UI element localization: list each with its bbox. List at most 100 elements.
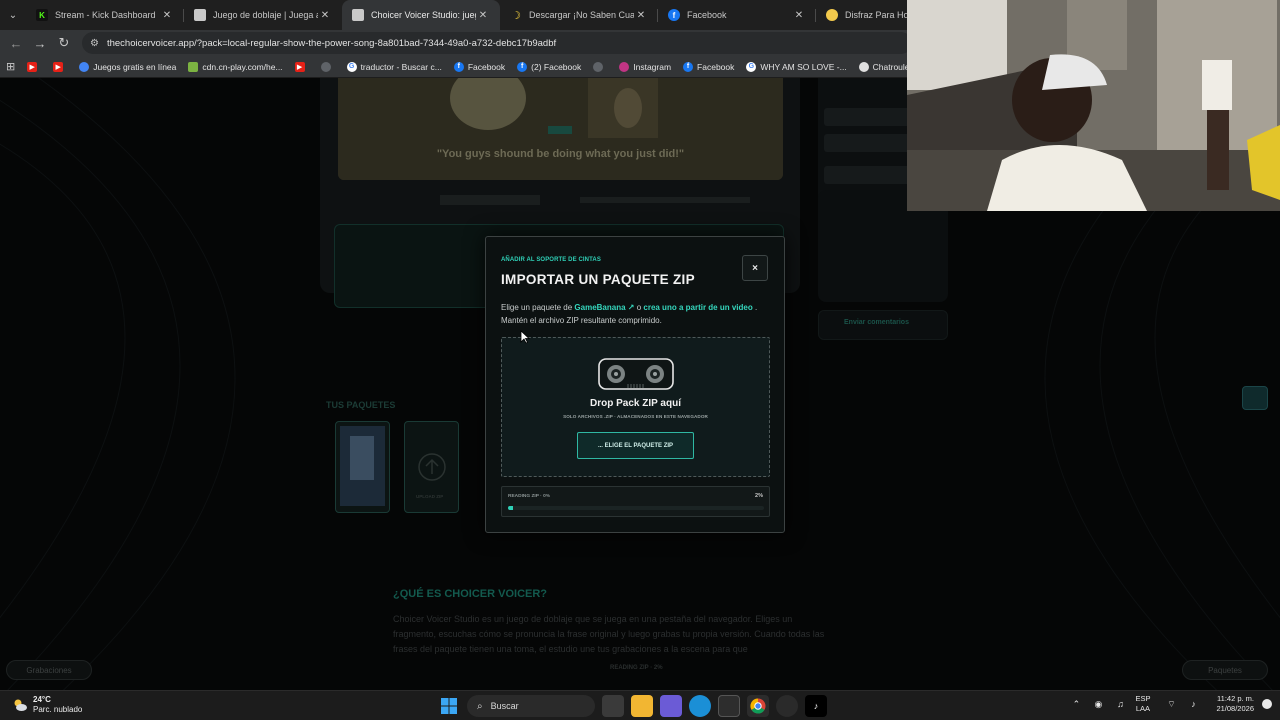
upload-card-label: UPLOAD ZIP	[416, 494, 444, 499]
cdn-icon	[188, 61, 199, 72]
kick-icon: K	[36, 9, 48, 21]
facebook-icon: f	[668, 9, 680, 21]
notification-bell-icon[interactable]	[1262, 699, 1272, 709]
taskbar-search[interactable]: ⌕ Buscar	[467, 695, 595, 717]
bookmark-facebook[interactable]: f Facebook	[453, 61, 505, 72]
weather-widget[interactable]: 24°C Parc. nublado	[12, 695, 82, 715]
site-info-icon[interactable]: ⚙	[90, 38, 99, 49]
task-view-icon[interactable]	[602, 695, 624, 717]
refresh-widget[interactable]	[1242, 386, 1268, 410]
bookmark-facebook-3[interactable]: f Facebook	[683, 61, 734, 72]
youtube-icon: ▶	[27, 61, 38, 72]
bookmark-youtube[interactable]: ▶	[294, 61, 309, 72]
close-modal-button[interactable]: ×	[742, 255, 768, 281]
bookmark-globe[interactable]	[320, 61, 335, 72]
webcam-feed	[907, 0, 1280, 211]
back-arrow-icon[interactable]: ←	[4, 31, 28, 55]
import-zip-modal: AÑADIR AL SOPORTE DE CINTAS IMPORTAR UN …	[485, 236, 785, 533]
tab-descargar[interactable]: ☽ Descargar ¡No Saben Cuanto ✕	[500, 0, 658, 30]
network-icon[interactable]: ◉	[1091, 699, 1105, 710]
bookmark-cdn[interactable]: cdn.cn-play.com/he...	[188, 61, 283, 72]
upload-zip-card[interactable]	[404, 421, 459, 513]
webcam-overlay	[907, 0, 1280, 211]
youtube-icon: ▶	[294, 61, 305, 72]
input-language[interactable]: ESP LAA	[1135, 694, 1150, 714]
gamebanana-link[interactable]: GameBanana ↗	[574, 303, 634, 312]
globe-icon	[320, 61, 331, 72]
facebook-icon: f	[683, 61, 694, 72]
bookmark-globe[interactable]	[593, 61, 607, 72]
screen: ⌄ K Stream - Kick Dashboard ✕ Juego de d…	[0, 0, 1280, 720]
tab-title: Juego de doblaje | Juega a Cho	[213, 10, 318, 20]
volume-icon[interactable]: ♪	[1186, 699, 1200, 709]
grabaciones-button[interactable]: Grabaciones	[6, 660, 92, 680]
partly-cloudy-icon	[14, 699, 27, 711]
microphone-icon[interactable]: ♫	[1113, 699, 1127, 709]
bookmark-juegos[interactable]: Juegos gratis en línea	[79, 61, 176, 72]
address-bar[interactable]: ⚙ thechoicervoicer.app/?pack=local-regul…	[82, 32, 912, 54]
shop-icon	[826, 9, 838, 21]
close-tab-icon[interactable]: ✕	[318, 8, 332, 22]
forward-arrow-icon[interactable]: →	[28, 31, 52, 55]
cartoon-scene	[338, 78, 783, 180]
choose-zip-button[interactable]: ... ELIGE EL PAQUETE ZIP	[577, 432, 694, 459]
tiktok-icon[interactable]: ♪	[805, 695, 827, 717]
send-comments-button[interactable]: Enviar comentarios	[818, 310, 948, 340]
windows-start-icon[interactable]	[438, 695, 460, 717]
chrome-icon[interactable]	[747, 695, 769, 717]
bookmark-why-am-so-love[interactable]: G WHY AM SO LOVE -...	[746, 61, 847, 72]
modal-title: IMPORTAR UN PAQUETE ZIP	[501, 272, 695, 287]
progress-percent: 2%	[755, 493, 763, 499]
copilot-icon[interactable]	[660, 695, 682, 717]
file-explorer-icon[interactable]	[631, 695, 653, 717]
tab-choicer-voicer-studio[interactable]: Choicer Voicer Studio: juego de ✕	[342, 0, 500, 30]
pack-card-regular-show[interactable]	[335, 421, 390, 513]
facebook-icon: f	[517, 61, 528, 72]
edge-icon[interactable]	[689, 695, 711, 717]
pack-thumbnail	[340, 426, 385, 506]
instagram-icon	[619, 61, 630, 72]
reload-icon[interactable]: ↻	[52, 31, 76, 55]
close-tab-icon[interactable]: ✕	[476, 8, 490, 22]
weather-temp: 24°C	[33, 695, 51, 704]
send-comments-label: Enviar comentarios	[844, 319, 909, 326]
close-tab-icon[interactable]: ✕	[634, 8, 648, 22]
tab-search-chevron-icon[interactable]: ⌄	[0, 0, 26, 30]
bookmark-youtube[interactable]: ▶	[53, 61, 67, 72]
reading-zip-footer: READING ZIP · 2%	[610, 665, 663, 671]
banana-icon: ☽	[511, 9, 521, 22]
windows-taskbar: 24°C Parc. nublado ⌕ Buscar ♪ ⌃ ◉ ♫ ESP …	[0, 690, 1280, 720]
modal-description: Elige un paquete de GameBanana ↗ o crea …	[501, 303, 758, 325]
tab-title: Choicer Voicer Studio: juego de	[371, 10, 476, 20]
close-tab-icon[interactable]: ✕	[792, 8, 806, 22]
app-icon[interactable]	[776, 695, 798, 717]
url-text: thechoicervoicer.app/?pack=local-regular…	[106, 37, 557, 49]
video-preview[interactable]: "You guys shound be doing what you just …	[338, 78, 783, 180]
drop-zone-title: Drop Pack ZIP aquí	[590, 398, 681, 409]
close-tab-icon[interactable]: ✕	[160, 8, 174, 22]
clock[interactable]: 11:42 p. m. 21/08/2026	[1216, 694, 1254, 714]
close-icon: ×	[752, 262, 758, 274]
bookmark-instagram[interactable]: Instagram	[619, 61, 671, 72]
store-icon[interactable]	[718, 695, 740, 717]
paquetes-button[interactable]: Paquetes	[1182, 660, 1268, 680]
apps-grid-icon[interactable]: ⊞	[6, 60, 15, 73]
bookmark-youtube[interactable]: ▶	[27, 61, 41, 72]
waveform	[440, 195, 750, 205]
bookmark-traductor[interactable]: Gtraductor - Buscar c...	[346, 61, 442, 72]
choose-zip-label: ... ELIGE EL PAQUETE ZIP	[597, 442, 674, 449]
mouse-cursor-icon	[520, 330, 530, 344]
tab-kick-dashboard[interactable]: K Stream - Kick Dashboard ✕	[26, 0, 184, 30]
chevron-up-icon[interactable]: ⌃	[1069, 699, 1083, 710]
zip-drop-zone[interactable]: Drop Pack ZIP aquí SOLO ARCHIVOS .ZIP · …	[501, 337, 770, 477]
create-from-video-link[interactable]: crea uno a partir de un video	[643, 303, 752, 312]
google-icon: G	[746, 61, 757, 72]
bookmark-facebook-2[interactable]: f (2) Facebook	[517, 61, 581, 72]
cassette-tape-icon	[598, 358, 674, 390]
tab-juego-doblaje[interactable]: Juego de doblaje | Juega a Cho ✕	[184, 0, 342, 30]
wifi-icon[interactable]: ⌔	[1164, 699, 1178, 710]
tab-facebook[interactable]: f Facebook ✕	[658, 0, 816, 30]
game-icon	[79, 61, 90, 72]
search-icon: ⌕	[477, 700, 483, 712]
video-subtitle: "You guys shound be doing what you just …	[436, 148, 685, 160]
